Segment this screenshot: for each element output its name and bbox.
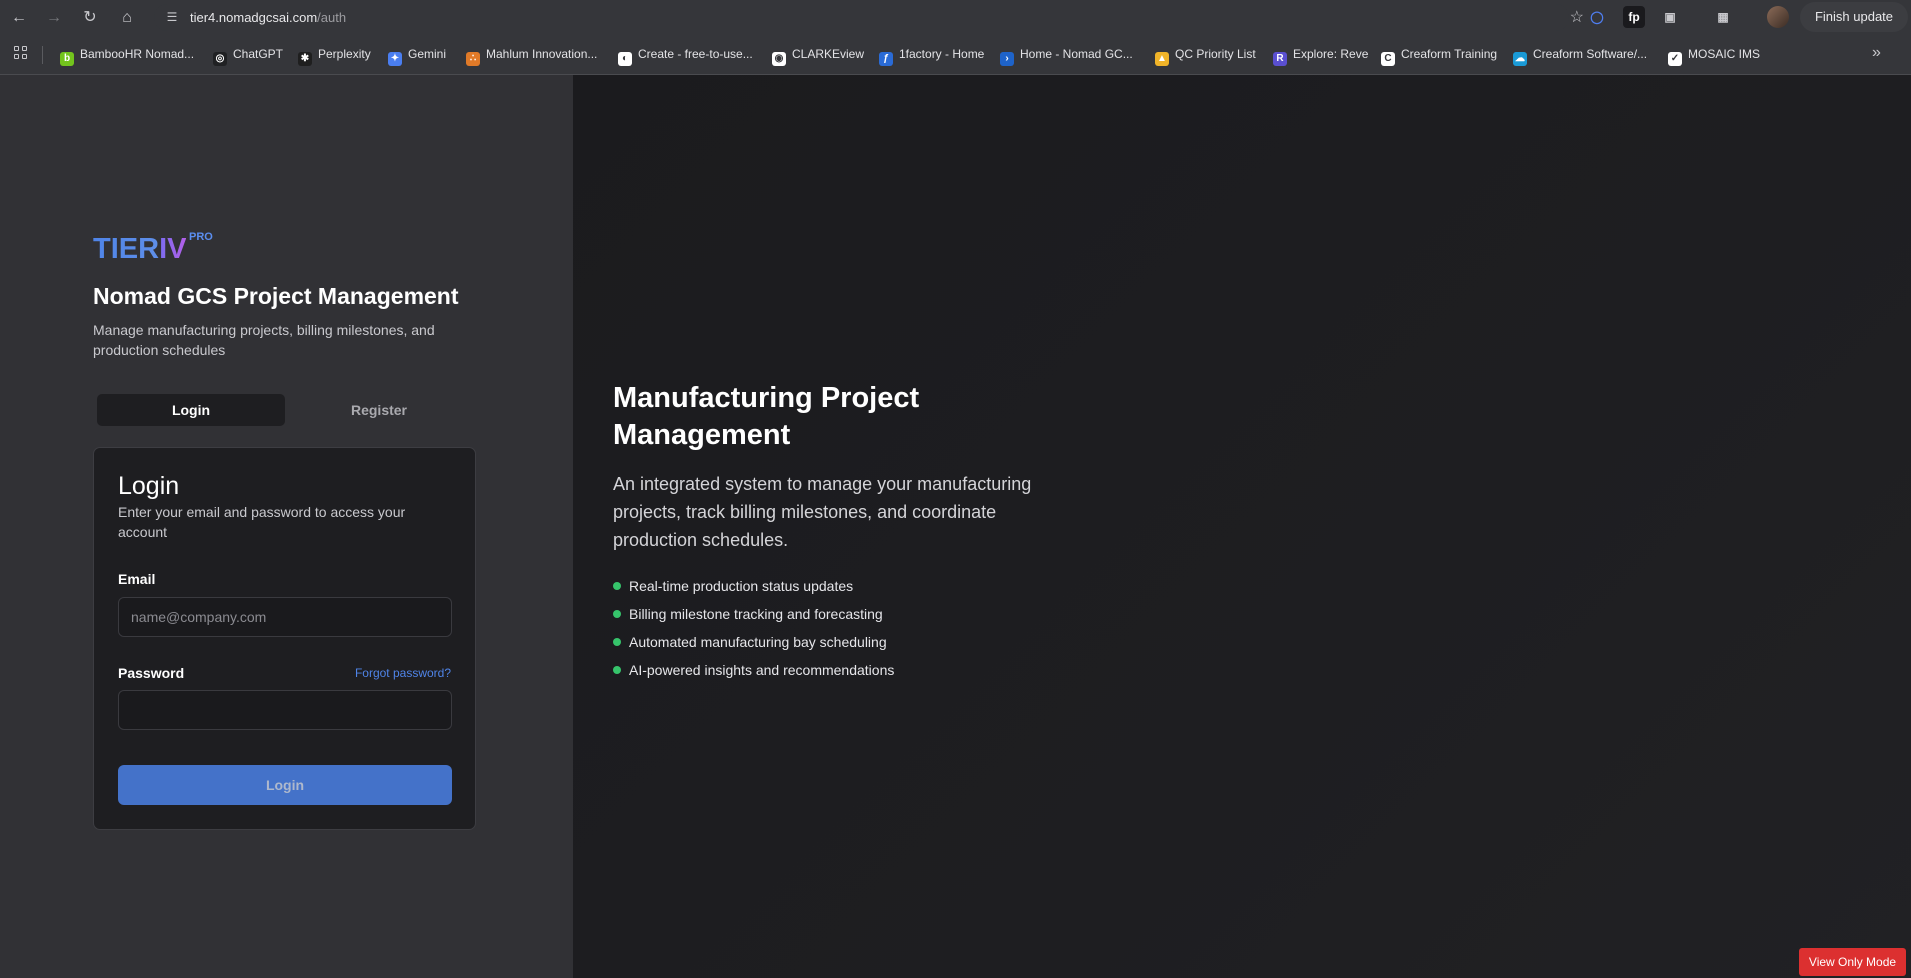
- address-bar[interactable]: ☰ tier4.nomadgcsai.com/auth ☆: [154, 4, 1584, 31]
- hero-title: Manufacturing Project Management: [613, 382, 920, 451]
- feature-bullet-icon: [613, 666, 621, 674]
- app-subtitle: Manage manufacturing projects, billing m…: [93, 322, 435, 358]
- bookmarks-separator: [42, 46, 43, 64]
- bookmark-star-icon[interactable]: ☆: [1570, 7, 1584, 27]
- bookmark-favicon-icon: ◎: [213, 52, 227, 66]
- forgot-password-link[interactable]: Forgot password?: [355, 666, 451, 680]
- feature-bullet-icon: [613, 582, 621, 590]
- bookmark-favicon-icon: ∴: [466, 52, 480, 66]
- bookmark-favicon-icon: ✓: [1668, 52, 1682, 66]
- bookmark-item[interactable]: ◐ Create - free-to-use...: [618, 44, 753, 66]
- bookmark-favicon-icon: ☁: [1513, 52, 1527, 66]
- bookmark-label: QC Priority List: [1175, 47, 1256, 61]
- feature-item: AI-powered insights and recommendations: [613, 660, 894, 688]
- feature-item: Billing milestone tracking and forecasti…: [613, 604, 894, 632]
- bookmark-item[interactable]: ✱ Perplexity: [298, 44, 371, 66]
- home-icon[interactable]: ⌂: [116, 7, 138, 29]
- profile-avatar[interactable]: [1767, 6, 1789, 28]
- back-icon[interactable]: ←: [8, 7, 30, 29]
- bookmark-label: CLARKEview: [792, 47, 865, 61]
- fp-extension-icon[interactable]: fp: [1623, 6, 1645, 28]
- bookmark-label: 1factory - Home: [899, 47, 985, 61]
- tab-login[interactable]: Login: [97, 394, 285, 426]
- feature-item: Automated manufacturing bay scheduling: [613, 632, 894, 660]
- feature-list: Real-time production status updates Bill…: [613, 576, 894, 688]
- bookmark-label: Explore: Reve: [1293, 47, 1369, 61]
- finish-update-button[interactable]: Finish update: [1800, 2, 1908, 32]
- feature-bullet-icon: [613, 610, 621, 618]
- login-card-title: Login: [118, 472, 180, 500]
- bookmark-favicon-icon: ▲: [1155, 52, 1169, 66]
- bookmark-item[interactable]: ☁ Creaform Software/...: [1513, 44, 1648, 66]
- bookmark-item[interactable]: ✓ MOSAIC IMS: [1668, 44, 1761, 66]
- bookmark-favicon-icon: ✱: [298, 52, 312, 66]
- view-only-mode-badge: View Only Mode: [1799, 948, 1906, 976]
- tab-search-icon[interactable]: ▦: [1712, 6, 1734, 28]
- forward-icon[interactable]: →: [43, 7, 65, 29]
- bookmark-label: Creaform Software/...: [1533, 47, 1648, 61]
- bookmark-item[interactable]: ƒ 1factory - Home: [879, 44, 985, 66]
- bookmark-label: MOSAIC IMS: [1688, 47, 1761, 61]
- bookmark-label: ChatGPT: [233, 47, 284, 61]
- bookmark-label: Creaform Training: [1401, 47, 1498, 61]
- bookmark-item[interactable]: ✦ Gemini: [388, 44, 447, 66]
- tab-register[interactable]: Register: [285, 394, 473, 426]
- bookmark-item[interactable]: ▲ QC Priority List: [1155, 44, 1256, 66]
- logo-pro-badge: PRO: [189, 231, 213, 243]
- bookmark-label: Perplexity: [318, 47, 371, 61]
- bookmark-label: BambooHR Nomad...: [80, 47, 195, 61]
- bookmarks-bar: b BambooHR Nomad... ◎ ChatGPT ✱ Perplexity ✦ Ge…: [0, 35, 1911, 75]
- login-submit-button[interactable]: Login: [118, 765, 452, 805]
- bookmark-item[interactable]: R Explore: Reve: [1273, 44, 1369, 66]
- bookmark-label: Home - Nomad GC...: [1020, 47, 1133, 61]
- site-info-icon[interactable]: ☰: [164, 9, 180, 25]
- auth-tabs: Login Register: [93, 390, 475, 430]
- bookmark-favicon-icon: ✦: [388, 52, 402, 66]
- bookmark-item[interactable]: ◉ CLARKEview: [772, 44, 865, 66]
- bookmark-favicon-icon: ›: [1000, 52, 1014, 66]
- address-url[interactable]: tier4.nomadgcsai.com/auth: [190, 10, 346, 25]
- feature-item: Real-time production status updates: [613, 576, 894, 604]
- bookmark-item[interactable]: ∴ Mahlum Innovation...: [466, 44, 598, 66]
- bookmark-favicon-icon: ƒ: [879, 52, 893, 66]
- bookmark-favicon-icon: b: [60, 52, 74, 66]
- bookmark-item[interactable]: › Home - Nomad GC...: [1000, 44, 1133, 66]
- bookmark-label: Gemini: [408, 47, 447, 61]
- tieriv-pro-logo: TIERIV PRO: [93, 231, 213, 265]
- bookmark-label: Mahlum Innovation...: [486, 47, 598, 61]
- bookmark-favicon-icon: ◉: [772, 52, 786, 66]
- feature-bullet-icon: [613, 638, 621, 646]
- browser-toolbar: ← → ↻ ⌂ ☰ tier4.nomadgcsai.com/auth ☆ ◯ …: [0, 0, 1911, 35]
- bookmark-item[interactable]: ◎ ChatGPT: [213, 44, 284, 66]
- bookmark-item[interactable]: C Creaform Training: [1381, 44, 1498, 66]
- apps-grid-icon[interactable]: [14, 46, 30, 62]
- email-field[interactable]: [118, 597, 452, 637]
- bookmark-favicon-icon: R: [1273, 52, 1287, 66]
- bookmarks-overflow-icon[interactable]: »: [1872, 44, 1881, 62]
- reload-icon[interactable]: ↻: [79, 7, 101, 29]
- bookmark-item[interactable]: b BambooHR Nomad...: [60, 44, 195, 66]
- email-label: Email: [118, 571, 156, 587]
- login-card: Login Enter your email and password to a…: [93, 447, 476, 830]
- login-card-description: Enter your email and password to access …: [118, 504, 406, 540]
- hero-description: An integrated system to manage your manu…: [613, 474, 1032, 550]
- password-field[interactable]: [118, 690, 452, 730]
- bookmark-label: Create - free-to-use...: [638, 47, 753, 61]
- bookmark-favicon-icon: C: [1381, 52, 1395, 66]
- app-title: Nomad GCS Project Management: [93, 283, 459, 309]
- extensions-puzzle-icon[interactable]: ▣: [1659, 6, 1681, 28]
- password-label: Password: [118, 665, 185, 681]
- bookmark-favicon-icon: ◐: [618, 52, 632, 66]
- password-manager-extension-icon[interactable]: ◯: [1586, 6, 1608, 28]
